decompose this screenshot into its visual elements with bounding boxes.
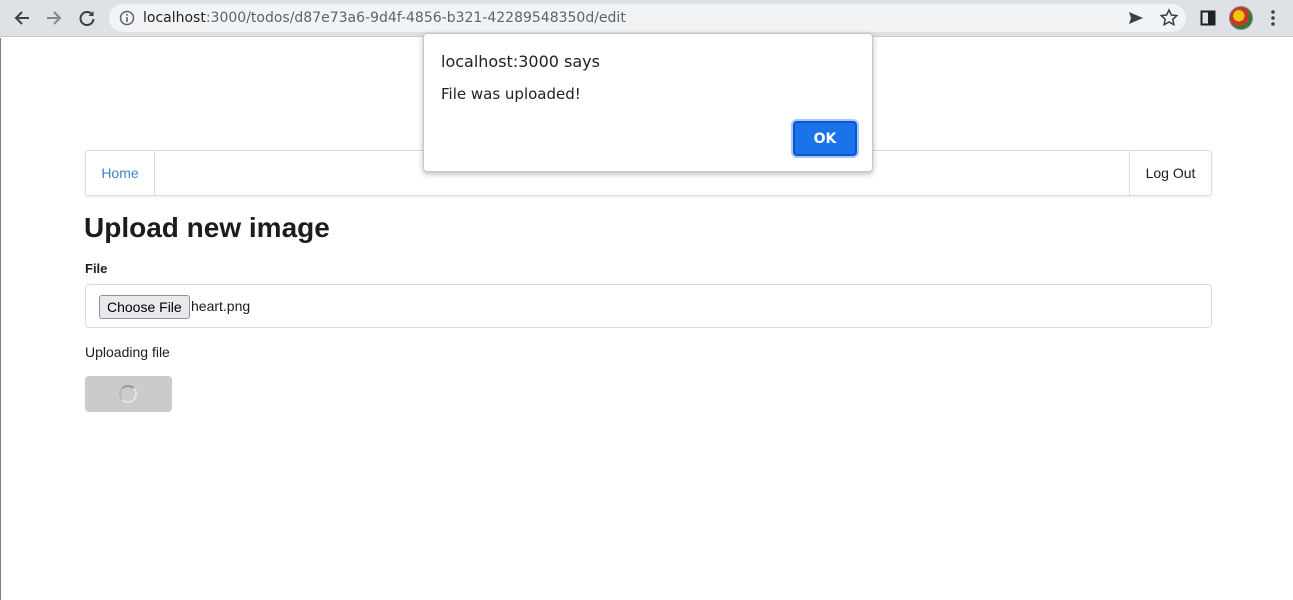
loading-spinner-icon — [119, 385, 137, 403]
selected-file-name: heart.png — [191, 298, 251, 314]
choose-file-button[interactable]: Choose File — [99, 295, 190, 319]
url-text[interactable]: localhost:3000/todos/d87e73a6-9d4f-4856-… — [143, 9, 626, 27]
forward-icon[interactable] — [43, 7, 65, 29]
upload-button-loading[interactable] — [85, 376, 172, 412]
file-field-label: File — [85, 261, 108, 276]
profile-avatar[interactable] — [1229, 6, 1253, 30]
kebab-menu-icon[interactable] — [1262, 7, 1284, 29]
bookmark-star-icon[interactable] — [1159, 8, 1179, 28]
page-title: Upload new image — [84, 212, 330, 243]
send-icon[interactable] — [1127, 9, 1145, 27]
address-bar[interactable]: localhost:3000/todos/d87e73a6-9d4f-4856-… — [109, 4, 1186, 32]
upload-status-text: Uploading file — [85, 344, 170, 360]
browser-toolbar: localhost:3000/todos/d87e73a6-9d4f-4856-… — [0, 0, 1293, 37]
reload-icon[interactable] — [76, 7, 98, 29]
url-host: localhost — [143, 10, 206, 26]
page-left-border — [0, 38, 1, 600]
back-icon[interactable] — [11, 7, 33, 29]
file-input[interactable]: Choose File heart.png — [85, 284, 1212, 328]
dialog-message: File was uploaded! — [441, 85, 581, 103]
nav-logout-link[interactable]: Log Out — [1129, 151, 1211, 195]
info-icon[interactable] — [119, 10, 135, 26]
dialog-ok-button[interactable]: OK — [793, 121, 857, 156]
alert-dialog: localhost:3000 says File was uploaded! O… — [423, 33, 873, 172]
dialog-title: localhost:3000 says — [441, 52, 600, 71]
url-path: :3000/todos/d87e73a6-9d4f-4856-b321-4228… — [205, 10, 626, 26]
nav-home-link[interactable]: Home — [86, 151, 155, 195]
side-panel-icon[interactable] — [1197, 7, 1219, 29]
